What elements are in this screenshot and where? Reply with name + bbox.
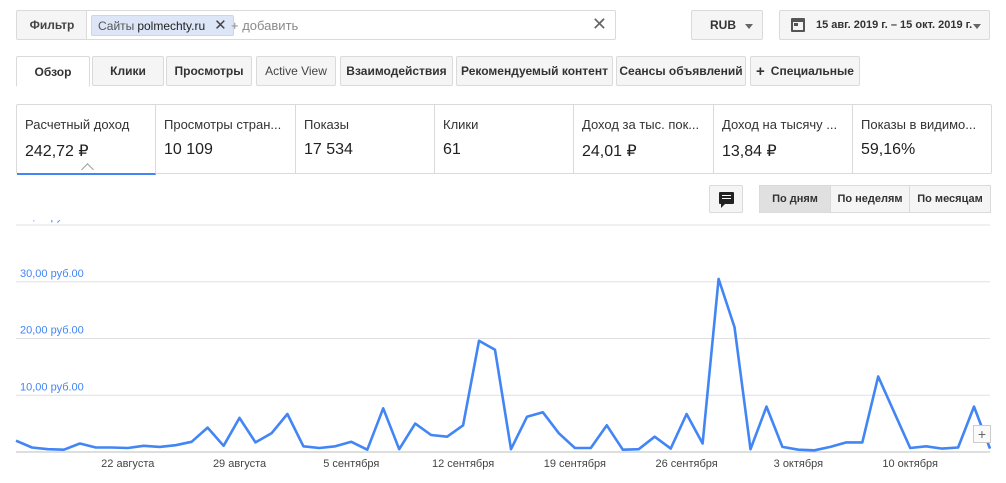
metric-label: Показы в видимо... — [861, 117, 977, 132]
metric-card-impressions[interactable]: Показы 17 534 — [296, 105, 435, 173]
tab-recommended-content[interactable]: Рекомендуемый контент — [456, 56, 613, 86]
annotations-button[interactable] — [709, 185, 743, 213]
tab-ad-sessions[interactable]: Сеансы объявлений — [616, 56, 746, 86]
x-tick-label: 10 октября — [882, 458, 938, 470]
tab-active-view[interactable]: Active View — [256, 56, 336, 86]
tab-clicks[interactable]: Клики — [92, 56, 164, 86]
metric-label: Показы — [304, 117, 349, 132]
period-label: По неделям — [837, 193, 903, 205]
date-range-value: 15 авг. 2019 г. – 15 окт. 2019 г. — [816, 19, 973, 31]
tab-label: Просмотры — [174, 64, 244, 78]
period-weekly-button[interactable]: По неделям — [830, 185, 910, 213]
plus-icon: + — [756, 62, 765, 80]
filter-chip-value: polmechty.ru — [137, 18, 206, 33]
currency-select[interactable]: RUB — [691, 10, 763, 40]
tab-label: Специальные — [770, 64, 854, 78]
tab-label: Рекомендуемый контент — [461, 64, 608, 78]
tab-label: Обзор — [34, 64, 72, 79]
metric-label: Просмотры стран... — [164, 117, 282, 132]
chevron-down-icon — [745, 24, 753, 29]
tab-custom[interactable]: + Специальные — [750, 56, 860, 86]
currency-value: RUB — [710, 18, 736, 32]
metric-value: 61 — [443, 141, 461, 158]
date-range-picker[interactable]: 15 авг. 2019 г. – 15 окт. 2019 г. — [779, 10, 990, 40]
y-tick-label: 10,00 руб.00 — [20, 381, 84, 393]
add-filter-input[interactable]: + добавить — [231, 18, 298, 33]
metric-label: Расчетный доход — [25, 117, 130, 132]
metric-card-page-rpm[interactable]: Доход за тыс. пок... 24,01 ₽ — [574, 105, 714, 173]
calendar-icon — [791, 18, 805, 32]
close-icon[interactable]: ✕ — [214, 18, 227, 33]
metric-label: Доход на тысячу ... — [722, 117, 838, 132]
metric-card-pageviews[interactable]: Просмотры стран... 10 109 — [156, 105, 296, 173]
x-tick-label: 12 сентября — [432, 458, 494, 470]
metric-value: 59,16% — [861, 141, 916, 158]
x-tick-label: 22 августа — [101, 458, 155, 470]
metric-label: Клики — [443, 117, 479, 132]
metric-label: Доход за тыс. пок... — [582, 117, 700, 132]
period-label: По дням — [772, 193, 818, 205]
metrics-scorecard: Расчетный доход 242,72 ₽ Просмотры стран… — [16, 104, 992, 175]
period-daily-button[interactable]: По дням — [759, 185, 831, 213]
filter-button[interactable]: Фильтр — [16, 10, 88, 40]
metric-card-estimated-earnings[interactable]: Расчетный доход 242,72 ₽ — [17, 105, 156, 175]
earnings-line-chart: 10,00 руб.00 20,00 руб.00 30,00 руб.00 40,0… — [15, 220, 992, 470]
metric-value: 24,01 ₽ — [582, 143, 637, 160]
comment-icon — [719, 192, 734, 208]
selected-indicator — [81, 163, 94, 173]
tab-label: Active View — [265, 64, 327, 78]
tab-interactions[interactable]: Взаимодействия — [340, 56, 453, 86]
earnings-chart: 10,00 руб.00 20,00 руб.00 30,00 руб.00 40,0… — [0, 220, 1006, 483]
x-tick-label: 19 сентября — [544, 458, 606, 470]
y-tick-label: 40,00 руб.00 — [20, 220, 84, 223]
chevron-down-icon — [973, 24, 981, 29]
metric-value: 10 109 — [164, 141, 213, 158]
filter-chip-sites[interactable]: Сайты polmechty.ru ✕ — [91, 15, 234, 36]
y-tick-label: 30,00 руб.00 — [20, 268, 84, 280]
tab-pageviews[interactable]: Просмотры — [166, 56, 252, 86]
tab-overview[interactable]: Обзор — [16, 56, 90, 87]
tab-label: Сеансы объявлений — [619, 64, 743, 78]
metric-card-active-view-viewable[interactable]: Показы в видимо... 59,16% — [853, 105, 991, 173]
clear-filter-icon[interactable]: ✕ — [592, 15, 607, 33]
tab-label: Клики — [110, 64, 146, 78]
metric-card-clicks[interactable]: Клики 61 — [435, 105, 574, 173]
tab-label: Взаимодействия — [346, 64, 447, 78]
zoom-icon[interactable]: + — [973, 425, 991, 443]
y-tick-label: 20,00 руб.00 — [20, 325, 84, 337]
filter-chip-label: Сайты — [98, 18, 135, 33]
metric-card-impression-rpm[interactable]: Доход на тысячу ... 13,84 ₽ — [714, 105, 853, 173]
earnings-series-line — [15, 277, 992, 452]
x-tick-label: 5 сентября — [323, 458, 379, 470]
period-monthly-button[interactable]: По месяцам — [909, 185, 991, 213]
x-tick-label: 3 октября — [774, 458, 824, 470]
metric-value: 17 534 — [304, 141, 353, 158]
period-label: По месяцам — [917, 193, 983, 205]
filter-input-box[interactable]: Сайты polmechty.ru ✕ + добавить ✕ — [86, 10, 616, 40]
x-tick-label: 26 сентября — [656, 458, 718, 470]
metric-value: 242,72 ₽ — [25, 143, 89, 160]
x-tick-label: 29 августа — [213, 458, 267, 470]
metric-value: 13,84 ₽ — [722, 143, 777, 160]
